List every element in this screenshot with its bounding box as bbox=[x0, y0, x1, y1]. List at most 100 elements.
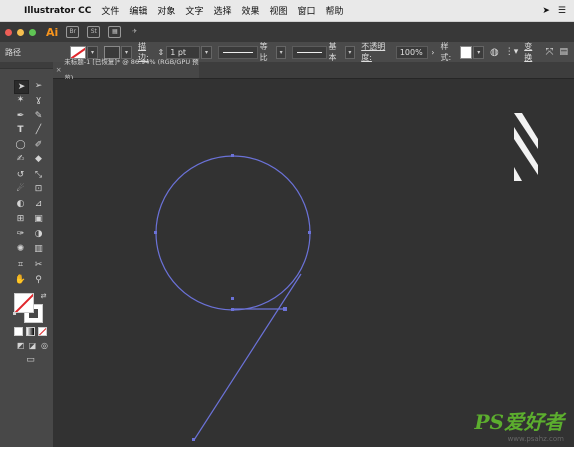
artwork bbox=[154, 113, 538, 441]
shape-builder-tool-icon[interactable]: ◐ bbox=[14, 198, 27, 210]
chevron-down-icon[interactable]: ▾ bbox=[473, 45, 484, 59]
watermark: PS爱好者 www.psahz.com bbox=[475, 406, 564, 443]
zoom-tool-icon[interactable]: ⚲ bbox=[32, 274, 45, 286]
menu-edit[interactable]: 编辑 bbox=[129, 4, 147, 17]
profile-preview[interactable] bbox=[217, 45, 258, 59]
minimize-window-button[interactable] bbox=[17, 28, 24, 36]
line-segment-tool-icon[interactable]: ╱ bbox=[32, 124, 45, 136]
brush-label: 基本 bbox=[328, 42, 337, 62]
app-bar: Ai Br St ▦ ✈ bbox=[0, 22, 574, 42]
variable-width-profile[interactable]: 等比 ▾ bbox=[217, 41, 287, 63]
menu-type[interactable]: 文字 bbox=[185, 4, 203, 17]
mac-menu-bar: Illustrator CC 文件 编辑 对象 文字 选择 效果 视图 窗口 帮… bbox=[0, 0, 574, 22]
magic-wand-tool-icon[interactable]: ✶ bbox=[14, 94, 27, 106]
style-label: 样式: bbox=[440, 42, 452, 62]
lasso-tool-icon[interactable]: ɣ bbox=[32, 94, 45, 106]
gpu-performance-icon[interactable]: ✈ bbox=[129, 27, 140, 37]
ellipse-tool-icon[interactable]: ◯ bbox=[14, 139, 27, 151]
send-icon[interactable]: ➤ bbox=[542, 6, 550, 16]
zoom-window-button[interactable] bbox=[29, 28, 36, 36]
mesh-tool-icon[interactable]: ⊞ bbox=[14, 213, 27, 225]
color-mode-icon[interactable] bbox=[14, 327, 23, 336]
none-mode-icon[interactable] bbox=[38, 327, 47, 336]
circle-path[interactable] bbox=[155, 155, 311, 311]
tools-panel-grip[interactable] bbox=[0, 62, 53, 69]
selection-tool-icon[interactable]: ➤ bbox=[14, 80, 29, 94]
menu-help[interactable]: 帮助 bbox=[326, 4, 344, 17]
curvature-tool-icon[interactable]: ✎ bbox=[32, 110, 45, 122]
artboard-canvas[interactable]: PS爱好者 www.psahz.com bbox=[53, 79, 574, 447]
diagonal-tail-path[interactable] bbox=[193, 273, 302, 441]
menu-file[interactable]: 文件 bbox=[101, 4, 119, 17]
anchor-point-right[interactable] bbox=[308, 231, 311, 234]
illustrator-window: Illustrator CC 文件 编辑 对象 文字 选择 效果 视图 窗口 帮… bbox=[0, 0, 574, 468]
opacity-field[interactable]: 100% bbox=[395, 45, 429, 59]
chevron-down-icon[interactable]: ▾ bbox=[201, 45, 212, 59]
opacity-label[interactable]: 不透明度: bbox=[361, 41, 394, 63]
screen-mode-icon[interactable]: ▭ bbox=[24, 354, 37, 366]
chevron-down-icon[interactable]: ▾ bbox=[275, 45, 287, 59]
menu-extras: ➤ ☰ bbox=[542, 6, 566, 16]
isolate-icon[interactable]: ⤧ bbox=[545, 47, 553, 58]
style-group: 样式: ▾ bbox=[440, 41, 484, 63]
artboard-tool-icon[interactable]: ⌗ bbox=[14, 259, 27, 271]
brush-preview[interactable] bbox=[292, 45, 327, 59]
anchor-point-left[interactable] bbox=[154, 231, 157, 234]
menu-effect[interactable]: 效果 bbox=[241, 4, 259, 17]
brush-definition[interactable]: 基本 ▾ bbox=[292, 41, 356, 63]
free-transform-tool-icon[interactable]: ⊡ bbox=[32, 183, 45, 195]
arrange-documents-icon[interactable]: ▦ bbox=[108, 26, 122, 38]
symbol-sprayer-tool-icon[interactable]: ✺ bbox=[14, 243, 27, 255]
striped-reference-shape bbox=[514, 113, 538, 181]
rotate-tool-icon[interactable]: ↺ bbox=[14, 169, 27, 181]
column-graph-tool-icon[interactable]: ▥ bbox=[32, 243, 45, 255]
bridge-icon[interactable]: Br bbox=[66, 26, 80, 38]
chevron-right-icon[interactable]: › bbox=[431, 48, 434, 57]
app-name-menu[interactable]: Illustrator CC bbox=[24, 6, 91, 16]
swap-fill-stroke-icon[interactable]: ⇄ bbox=[37, 290, 50, 302]
document-tab[interactable]: × 未标题-1 [已恢复]* @ 86.94% (RGB/GPU 预览) bbox=[53, 58, 199, 82]
transform-link[interactable]: 变换 bbox=[524, 41, 539, 63]
hand-tool-icon[interactable]: ✋ bbox=[14, 274, 27, 286]
direct-selection-tool-icon[interactable]: ➢ bbox=[32, 80, 45, 92]
menu-extras-icon[interactable]: ☰ bbox=[558, 6, 566, 16]
shaper-tool-icon[interactable]: ✍ bbox=[14, 153, 27, 165]
menu-object[interactable]: 对象 bbox=[157, 4, 175, 17]
scale-tool-icon[interactable]: ⤡ bbox=[32, 169, 45, 181]
draw-inside-icon[interactable]: ◎ bbox=[38, 340, 51, 352]
anchor-point-top[interactable] bbox=[231, 154, 234, 157]
watermark-logo-text: PS爱好者 bbox=[474, 410, 564, 434]
menu-window[interactable]: 窗口 bbox=[297, 4, 315, 17]
anchor-point-tail[interactable] bbox=[192, 438, 195, 441]
close-window-button[interactable] bbox=[5, 28, 12, 36]
perspective-grid-tool-icon[interactable]: ⊿ bbox=[32, 198, 45, 210]
close-tab-icon[interactable]: × bbox=[53, 62, 64, 78]
menu-view[interactable]: 视图 bbox=[269, 4, 287, 17]
paintbrush-tool-icon[interactable]: ✐ bbox=[32, 139, 45, 151]
gradient-mode-icon[interactable] bbox=[26, 327, 35, 336]
type-tool-icon[interactable]: T bbox=[14, 124, 27, 136]
stock-icon[interactable]: St bbox=[87, 26, 101, 38]
center-point bbox=[231, 297, 234, 300]
anchor-point-end[interactable] bbox=[283, 307, 287, 311]
watermark-url: www.psahz.com bbox=[507, 435, 564, 443]
blend-tool-icon[interactable]: ◑ bbox=[32, 228, 45, 240]
gradient-tool-icon[interactable]: ▣ bbox=[32, 213, 45, 225]
graphic-style-swatch[interactable] bbox=[460, 45, 473, 59]
eraser-tool-icon[interactable]: ◆ bbox=[32, 153, 45, 165]
default-fill-stroke-icon[interactable]: ▪ bbox=[8, 308, 21, 320]
profile-label: 等比 bbox=[259, 42, 268, 62]
document-tab-bar: × 未标题-1 [已恢复]* @ 86.94% (RGB/GPU 预览) bbox=[53, 58, 574, 82]
menu-select[interactable]: 选择 bbox=[213, 4, 231, 17]
warp-tool-icon[interactable]: ☄ bbox=[14, 183, 27, 195]
eyedropper-tool-icon[interactable]: ✑ bbox=[14, 228, 27, 240]
panel-menu-icon[interactable]: ▤ bbox=[559, 47, 568, 57]
chevron-down-icon[interactable]: ▾ bbox=[344, 45, 356, 59]
slice-tool-icon[interactable]: ✂ bbox=[32, 259, 45, 271]
pen-tool-icon[interactable]: ✒ bbox=[14, 110, 27, 122]
align-icon[interactable]: ⋮▾ bbox=[505, 47, 519, 57]
tools-panel: ➤ ➢ ✶ ɣ ✒ ✎ T ╱ ◯ ✐ ✍ ◆ ↺ ⤡ ☄ ⊡ ◐ ⊿ ⊞ ▣ … bbox=[0, 62, 54, 447]
recolor-icon[interactable]: ◍ bbox=[490, 47, 499, 58]
opacity-group: 不透明度: 100% › bbox=[361, 41, 434, 63]
ai-logo: Ai bbox=[46, 25, 59, 39]
